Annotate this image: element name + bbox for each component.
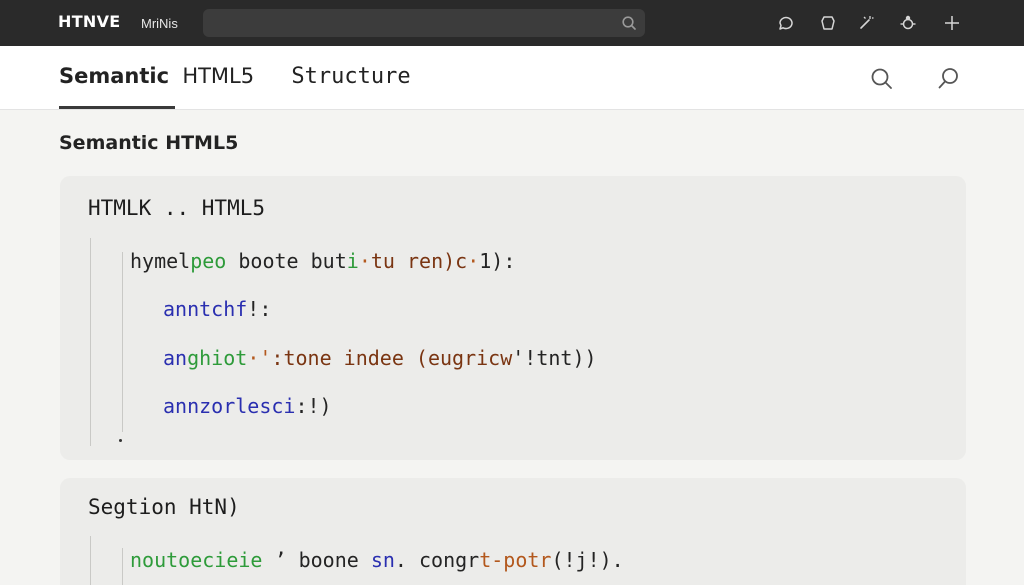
indent-guide bbox=[90, 238, 91, 446]
tab-title-semantic: Semantic bbox=[59, 64, 170, 88]
magnifier-icon[interactable] bbox=[936, 66, 962, 92]
tab-title[interactable]: Semantic HTML5 Structure bbox=[59, 64, 411, 89]
bug-icon[interactable] bbox=[898, 13, 918, 33]
app-logo[interactable]: HTNVE bbox=[58, 12, 121, 31]
chat-bubble-icon[interactable] bbox=[776, 13, 796, 33]
indent-guide bbox=[90, 536, 91, 585]
top-bar: HTNVE MriNis bbox=[0, 0, 1024, 46]
top-toolbar bbox=[770, 13, 970, 33]
code-card-title: HTMLK .. HTML5 bbox=[88, 196, 266, 220]
search-icon[interactable] bbox=[621, 15, 637, 31]
code-line: noutoecieie ’ boone sn. congrt-potr(!j!)… bbox=[130, 548, 624, 572]
code-dot bbox=[119, 439, 122, 442]
app-name[interactable]: MriNis bbox=[141, 16, 178, 31]
code-line: annzorlesci:!) bbox=[163, 394, 332, 418]
plus-icon[interactable] bbox=[942, 13, 962, 33]
shield-icon[interactable] bbox=[818, 13, 838, 33]
code-card-title: Segtion HtN) bbox=[88, 495, 240, 519]
indent-guide bbox=[122, 252, 123, 432]
code-card: Segtion HtN) noutoecieie ’ boone sn. con… bbox=[60, 478, 966, 585]
tab-title-structure: Structure bbox=[291, 64, 411, 89]
code-line: anntchf!: bbox=[163, 297, 272, 321]
section-title: Semantic HTML5 bbox=[59, 132, 239, 154]
tab-title-html5: HTML5 bbox=[182, 64, 255, 88]
code-card: HTMLK .. HTML5 hymelpeo boote buti·tu re… bbox=[60, 176, 966, 460]
page-header: Semantic HTML5 Structure bbox=[0, 46, 1024, 110]
search-input[interactable] bbox=[203, 9, 645, 37]
search-icon[interactable] bbox=[869, 66, 895, 92]
magic-wand-icon[interactable] bbox=[856, 13, 876, 33]
indent-guide bbox=[122, 548, 123, 585]
code-line: anghiot·':tone indee (eugricw'!tnt)) bbox=[163, 346, 597, 370]
active-tab-indicator bbox=[59, 106, 175, 109]
code-line: hymelpeo boote buti·tu ren)c·1): bbox=[130, 249, 516, 273]
